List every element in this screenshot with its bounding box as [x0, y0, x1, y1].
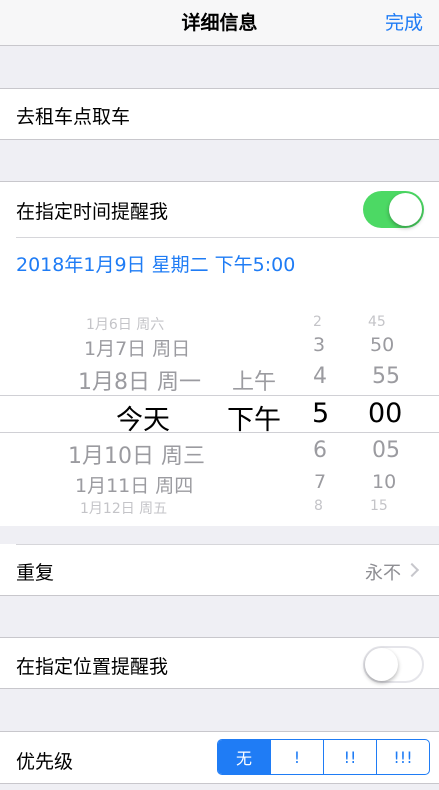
priority-segmented-control[interactable]: 无 ! !! !!! — [217, 739, 430, 775]
picker-hour-item[interactable]: 3 — [313, 334, 325, 356]
picker-hour-item[interactable]: 2 — [313, 314, 322, 330]
picker-date-selected[interactable]: 今天 — [116, 398, 170, 437]
picker-date-item[interactable]: 1月10日 周三 — [68, 438, 205, 470]
picker-minute-selected[interactable]: 00 — [368, 398, 402, 429]
picker-minute-item[interactable]: 55 — [372, 364, 400, 389]
repeat-value: 永不 — [365, 563, 401, 584]
toggle-knob — [389, 193, 422, 226]
datetime-picker[interactable]: 1月6日 周六 1月7日 周日 1月8日 周一 今天 1月10日 周三 1月11… — [0, 298, 439, 526]
priority-option-medium[interactable]: !! — [323, 740, 376, 774]
remind-time-group: 在指定时间提醒我 2018年1月9日 星期二 下午5:00 — [0, 181, 439, 298]
picker-date-item[interactable]: 1月8日 周一 — [78, 364, 201, 396]
picker-hour-item[interactable]: 4 — [313, 364, 327, 389]
row-divider — [16, 237, 439, 238]
picker-minute-item[interactable]: 05 — [372, 438, 400, 463]
chevron-right-icon — [404, 562, 420, 578]
picker-date-item[interactable]: 1月12日 周五 — [80, 498, 167, 518]
picker-date-item[interactable]: 1月11日 周四 — [75, 471, 193, 498]
remind-time-toggle[interactable] — [363, 191, 424, 228]
picker-date-item[interactable]: 1月7日 周日 — [84, 334, 190, 361]
picker-hour-item[interactable]: 6 — [313, 438, 327, 463]
remind-time-label: 在指定时间提醒我 — [16, 201, 169, 223]
done-button[interactable]: 完成 — [385, 8, 423, 35]
priority-label: 优先级 — [16, 751, 74, 773]
repeat-row[interactable]: 重复 永不 — [0, 544, 439, 596]
picker-hour-item[interactable]: 8 — [314, 498, 323, 514]
priority-option-high[interactable]: !!! — [376, 740, 429, 774]
task-title-row[interactable]: 去租车点取车 — [0, 88, 439, 140]
picker-ampm-selected[interactable]: 下午 — [227, 398, 281, 437]
picker-minute-item[interactable]: 10 — [372, 471, 396, 493]
picker-minute-item[interactable]: 15 — [370, 498, 388, 514]
picker-minute-item[interactable]: 50 — [370, 334, 394, 356]
repeat-label: 重复 — [16, 562, 55, 584]
remind-location-label: 在指定位置提醒我 — [16, 656, 169, 678]
picker-date-item[interactable]: 1月6日 周六 — [86, 314, 164, 334]
remind-location-row: 在指定位置提醒我 — [0, 637, 439, 689]
picker-minute-item[interactable]: 45 — [368, 314, 386, 330]
picker-hour-item[interactable]: 7 — [314, 471, 326, 493]
remind-location-toggle[interactable] — [363, 646, 424, 683]
toggle-knob — [365, 648, 398, 681]
page-title: 详细信息 — [181, 12, 258, 34]
task-title[interactable]: 去租车点取车 — [16, 102, 130, 129]
picker-ampm-item[interactable]: 上午 — [232, 364, 276, 396]
navigation-bar: 详细信息 完成 — [0, 0, 439, 46]
priority-option-none[interactable]: 无 — [218, 740, 270, 774]
reminder-datetime[interactable]: 2018年1月9日 星期二 下午5:00 — [16, 250, 295, 277]
row-divider — [16, 544, 439, 545]
picker-hour-selected[interactable]: 5 — [312, 398, 329, 429]
priority-option-low[interactable]: ! — [270, 740, 323, 774]
